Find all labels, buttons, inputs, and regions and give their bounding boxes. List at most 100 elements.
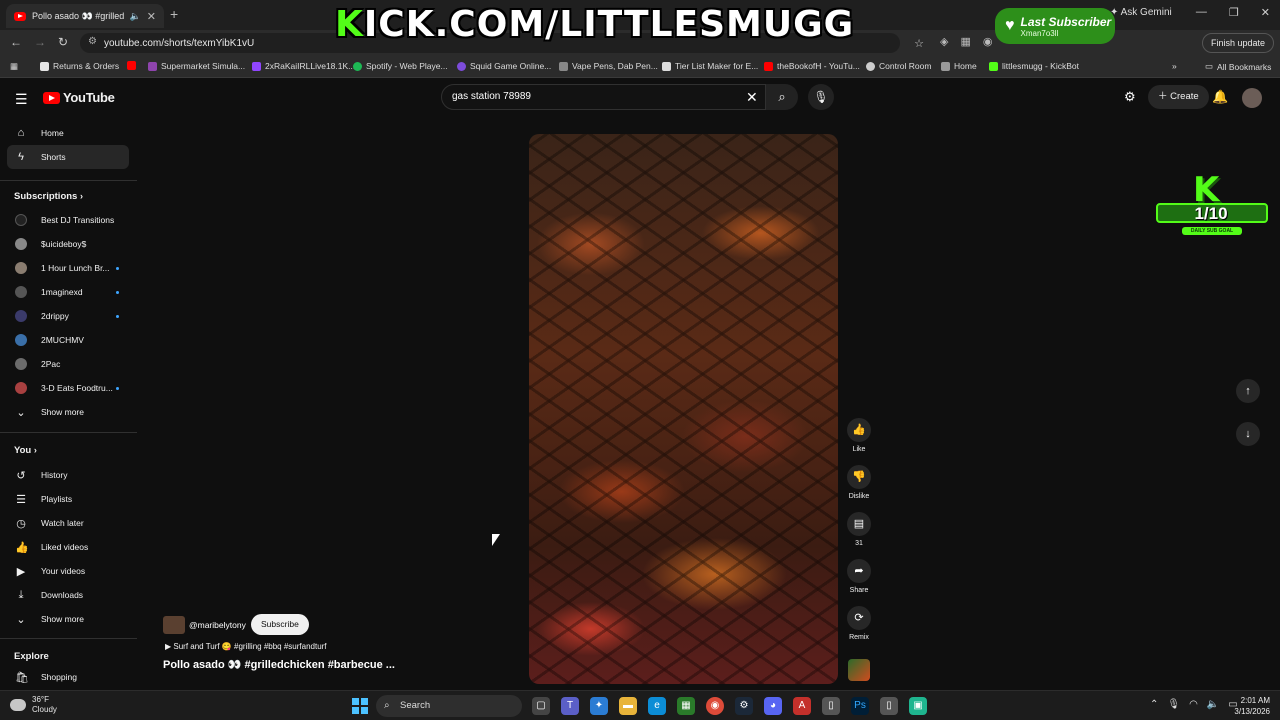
sidebar-item-playlists[interactable]: ☰ Playlists (7, 487, 129, 511)
file-explorer-icon[interactable]: ▬ (619, 697, 637, 715)
like-button[interactable]: 👍 Like (846, 418, 872, 453)
voice-search-button[interactable]: 🎙 (808, 84, 834, 110)
bookmark-0[interactable]: Returns & Orders (40, 61, 119, 71)
extension-icon[interactable]: ◈ (940, 35, 948, 48)
reload-icon[interactable]: ↻ (58, 35, 68, 49)
sidebar-item-subscription[interactable]: 3-D Eats Foodtru... (7, 376, 129, 400)
bookmark-5[interactable]: Squid Game Online... (457, 61, 551, 71)
channel-avatar (15, 214, 27, 226)
task-view-icon[interactable]: ▢ (532, 697, 550, 715)
file-icon[interactable]: ▯ (880, 697, 898, 715)
minimize-icon[interactable]: — (1196, 6, 1207, 19)
sidebar-item-history[interactable]: ↺ History (7, 463, 129, 487)
sidebar-item-subscription[interactable]: 2drippy (7, 304, 129, 328)
site-info-icon[interactable]: ⚙ (88, 36, 97, 47)
sidebar-item-home[interactable]: ⌂ Home (7, 121, 129, 145)
notifications-icon[interactable]: 🔔 (1212, 89, 1228, 105)
sidebar-item-liked-videos[interactable]: 👍 Liked videos (7, 535, 129, 559)
previous-short-button[interactable]: ↑ (1236, 379, 1260, 403)
back-icon[interactable]: ← (10, 35, 22, 49)
bookmark-8[interactable]: theBookofH - YouTu... (764, 61, 860, 71)
youtube-logo[interactable]: YouTube (43, 90, 115, 105)
search-button[interactable]: ⌕ (766, 84, 798, 110)
comments-button[interactable]: ▤ 31 (846, 512, 872, 547)
bookmark-4[interactable]: Spotify - Web Playe... (353, 61, 448, 71)
sidebar-item-shopping[interactable]: 🛍 Shopping (7, 665, 129, 689)
bookmark-3[interactable]: 2xRaKaiIRLLive18.1K... (252, 61, 355, 71)
sidebar-item-downloads[interactable]: ⤓ Downloads (7, 583, 129, 607)
chrome-icon[interactable]: ◉ (706, 697, 724, 715)
apps-icon[interactable]: ▦ (10, 61, 18, 72)
sidebar-item-show-more[interactable]: ⌄ Show more (7, 400, 129, 424)
dislike-button[interactable]: 👎 Dislike (846, 465, 872, 500)
video-title[interactable]: Pollo asado 👀 #grilledchicken #barbecue … (163, 658, 395, 671)
menu-icon[interactable]: ☰ (15, 91, 28, 108)
sidebar-item-your-videos[interactable]: ▶ Your videos (7, 559, 129, 583)
next-short-button[interactable]: ↓ (1236, 422, 1260, 446)
chevron-up-icon[interactable]: ⌃ (1150, 699, 1158, 710)
close-window-icon[interactable]: ✕ (1261, 6, 1270, 19)
avatar[interactable] (1242, 88, 1262, 108)
you-heading[interactable]: You › (14, 445, 37, 456)
clear-search-icon[interactable]: ✕ (746, 89, 758, 106)
channel-name[interactable]: @maribelytony (189, 620, 246, 630)
sidebar-item-shorts[interactable]: ϟ Shorts (7, 145, 129, 169)
remix-button[interactable]: ⟳ Remix (846, 606, 872, 641)
search-input[interactable]: gas station 78989 (441, 84, 766, 110)
browser-tab[interactable]: Pollo asado 👀 #grilledchi 🔈 ✕ (6, 4, 164, 28)
sidebar-item-subscription[interactable]: 1 Hour Lunch Br... (7, 256, 129, 280)
subscribe-button[interactable]: Subscribe (251, 614, 309, 635)
sidebar-item-subscription[interactable]: 2Pac (7, 352, 129, 376)
sidebar-item-show-more[interactable]: ⌄ Show more (7, 607, 129, 631)
steam-icon[interactable]: ⚙ (735, 697, 753, 715)
bookmark-1[interactable] (127, 61, 136, 70)
sidebar-item-subscription[interactable]: Best DJ Transitions (7, 208, 129, 232)
share-button[interactable]: ➦ Share (846, 559, 872, 594)
sound-link[interactable]: ▶ Surf and Turf 😋 #grilling #bbq #surfan… (165, 642, 327, 651)
close-tab-icon[interactable]: ✕ (147, 10, 156, 23)
clock[interactable]: 2:01 AM 3/13/2026 (1228, 695, 1270, 717)
shorts-video-player[interactable] (529, 134, 838, 684)
volume-icon[interactable]: 🔈 (1207, 699, 1219, 710)
app-icon[interactable]: ▣ (909, 697, 927, 715)
acrobat-icon[interactable]: A (793, 697, 811, 715)
sidebar-item-subscription[interactable]: 1maginexd (7, 280, 129, 304)
sidebar-item-watch-later[interactable]: ◷ Watch later (7, 511, 129, 535)
all-bookmarks[interactable]: ▭ All Bookmarks (1205, 61, 1271, 72)
teams-icon[interactable]: T (561, 697, 579, 715)
bookmark-7[interactable]: Tier List Maker for E... (662, 61, 758, 71)
finish-update-button[interactable]: Finish update (1202, 33, 1275, 53)
photoshop-icon[interactable]: Ps (851, 697, 869, 715)
wifi-icon[interactable]: ◠ (1189, 699, 1198, 710)
more-bookmarks-icon[interactable]: » (1172, 61, 1177, 71)
copilot-icon[interactable]: ✦ (590, 697, 608, 715)
ask-gemini-button[interactable]: ✦ Ask Gemini (1110, 7, 1172, 18)
new-tab-icon[interactable]: + (170, 6, 178, 22)
bookmark-star-icon[interactable]: ☆ (914, 37, 924, 50)
sidebar-item-subscription[interactable]: 2MUCHMV (7, 328, 129, 352)
edge-icon[interactable]: e (648, 697, 666, 715)
bookmark-11[interactable]: littlesmugg - KickBot (989, 61, 1079, 71)
sound-thumbnail[interactable] (848, 659, 870, 681)
speaker-icon[interactable]: 🔈 (130, 11, 141, 22)
subscriptions-heading[interactable]: Subscriptions › (14, 191, 83, 202)
maximize-icon[interactable]: ❐ (1229, 6, 1239, 19)
bookmark-9[interactable]: Control Room (866, 61, 931, 71)
bookmark-6[interactable]: Vape Pens, Dab Pen... (559, 61, 658, 71)
microphone-icon[interactable]: 🎙 (1167, 699, 1180, 710)
sidebar-item-subscription[interactable]: $uicideboy$ (7, 232, 129, 256)
channel-avatar[interactable] (163, 616, 185, 634)
bookmark-10[interactable]: Home (941, 61, 977, 71)
store-icon[interactable]: ▦ (677, 697, 695, 715)
extension-icon[interactable]: ▦ (960, 35, 970, 48)
create-button[interactable]: ＋ Create (1148, 85, 1209, 109)
discord-icon[interactable]: ◕ (764, 697, 782, 715)
cast-icon[interactable]: ⚙ (1124, 89, 1136, 105)
extension-icon[interactable]: ◉ (983, 35, 993, 48)
bookmark-2[interactable]: Supermarket Simula... (148, 61, 245, 71)
file-icon[interactable]: ▯ (822, 697, 840, 715)
taskbar-search[interactable]: ⌕ Search (376, 695, 522, 717)
forward-icon[interactable]: → (34, 35, 46, 49)
weather-widget[interactable]: 36°F Cloudy (10, 695, 57, 715)
windows-start-icon[interactable] (352, 698, 368, 714)
